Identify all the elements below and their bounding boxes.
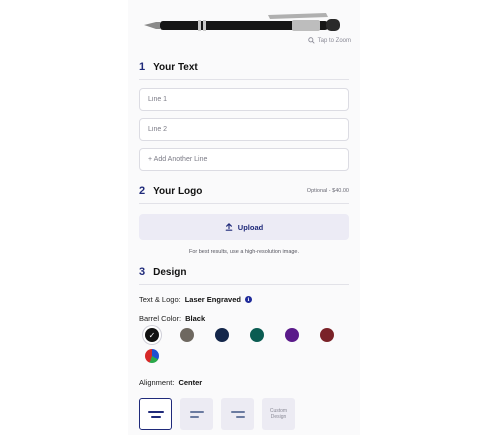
alignment-row: Alignment: Center <box>139 378 202 387</box>
line-2-field[interactable] <box>139 118 349 141</box>
barrel-color-value: Black <box>185 314 206 323</box>
color-swatch[interactable] <box>285 328 299 342</box>
text-logo-label: Text & Logo: <box>139 295 181 304</box>
logo-optional-price: Optional - $40.00 <box>306 188 349 194</box>
upload-arrow-icon <box>225 223 233 231</box>
text-logo-method: Text & Logo: Laser Engraved i <box>139 295 252 304</box>
divider <box>139 284 349 285</box>
color-swatch[interactable] <box>180 328 194 342</box>
step-number: 2 <box>139 185 146 197</box>
align-right-option[interactable] <box>221 398 254 430</box>
step-title: Your Text <box>153 61 198 73</box>
zoom-label: Tap to Zoom <box>317 37 351 44</box>
align-left-icon <box>189 410 204 418</box>
alignment-label: Alignment: <box>139 378 175 387</box>
step-number: 3 <box>139 266 146 278</box>
align-right-icon <box>230 410 245 418</box>
step-title: Design <box>153 266 187 278</box>
custom-design-option[interactable]: Custom Design <box>262 398 295 430</box>
add-line-label: + Add Another Line <box>148 156 208 163</box>
line-1-field[interactable] <box>139 88 349 111</box>
color-swatch-multicolor[interactable] <box>145 349 159 363</box>
zoom-icon <box>307 37 315 44</box>
color-swatch[interactable] <box>215 328 229 342</box>
checkmark-icon: ✓ <box>148 330 156 340</box>
align-center-option[interactable] <box>139 398 172 430</box>
color-swatch[interactable] <box>320 328 334 342</box>
align-center-icon <box>147 410 164 418</box>
step-design-heading: 3 Design <box>139 266 186 278</box>
text-logo-value: Laser Engraved <box>184 295 241 304</box>
divider <box>139 79 349 80</box>
info-icon[interactable]: i <box>244 296 252 303</box>
divider <box>139 203 349 204</box>
step-number: 1 <box>139 61 146 73</box>
upload-hint: For best results, use a high-resolution … <box>188 249 300 255</box>
customizer-panel: Tap to Zoom 1 Your Text + Add Another Li… <box>128 0 360 435</box>
color-swatch[interactable] <box>250 328 264 342</box>
custom-design-line2: Design <box>270 414 287 420</box>
alignment-value: Center <box>178 378 203 387</box>
color-swatch[interactable]: ✓ <box>145 328 159 342</box>
pen-image <box>144 13 340 31</box>
tap-to-zoom[interactable]: Tap to Zoom <box>307 37 351 44</box>
upload-label: Upload <box>237 222 264 232</box>
step-your-text-heading: 1 Your Text <box>139 61 198 73</box>
custom-design-label: Custom Design <box>266 408 292 421</box>
step-your-logo-heading: 2 Your Logo <box>139 185 202 197</box>
barrel-color-label: Barrel Color: <box>139 314 182 323</box>
add-another-line-button[interactable]: + Add Another Line <box>139 148 349 171</box>
step-title: Your Logo <box>153 185 203 197</box>
line-1-input[interactable] <box>148 96 340 103</box>
barrel-color-row: Barrel Color: Black <box>139 314 205 323</box>
product-image[interactable]: Tap to Zoom <box>128 0 360 48</box>
line-2-input[interactable] <box>148 126 340 133</box>
upload-button[interactable]: Upload <box>139 214 349 240</box>
align-left-option[interactable] <box>180 398 213 430</box>
